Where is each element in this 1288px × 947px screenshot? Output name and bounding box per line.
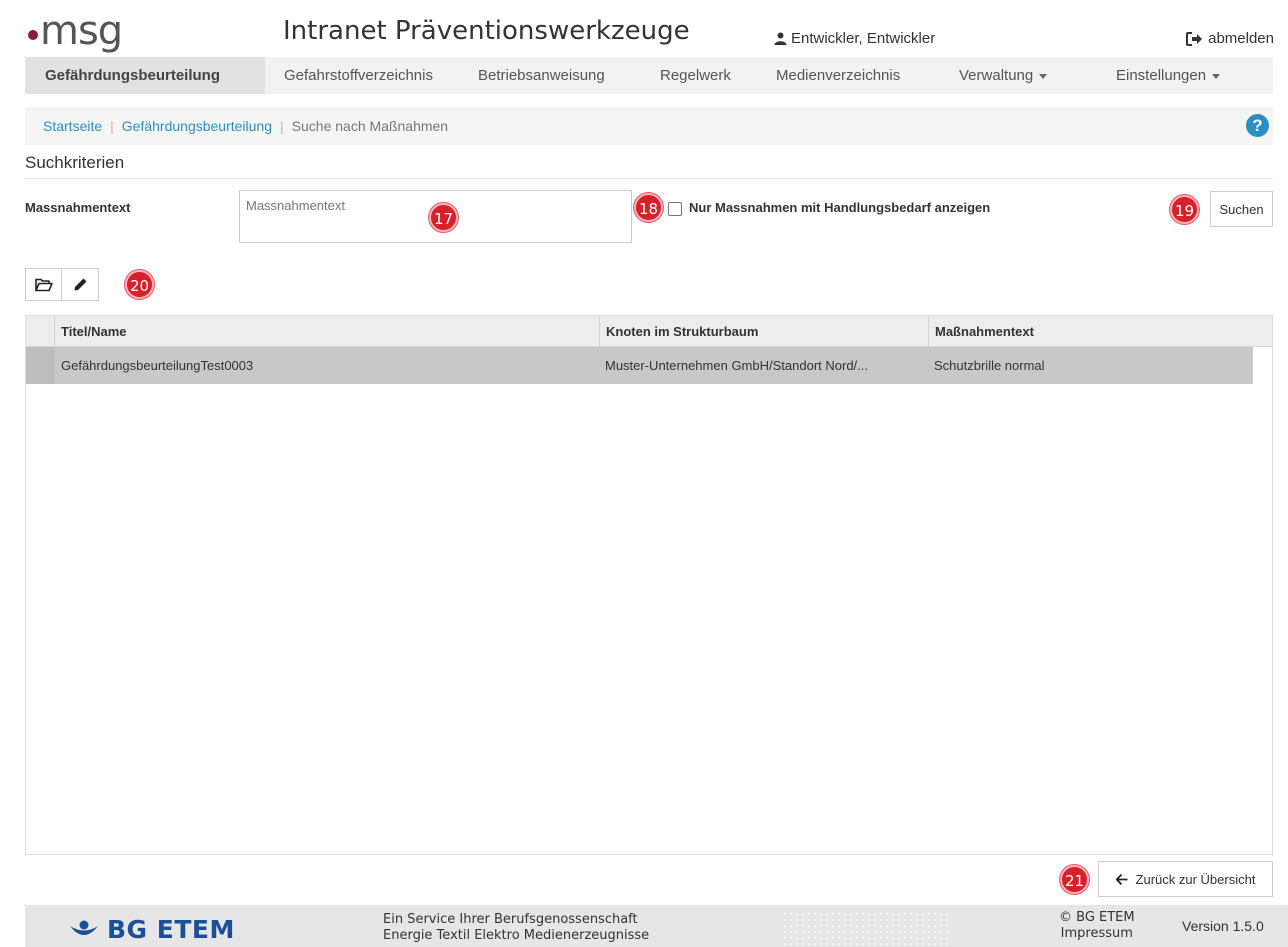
back-label: Zurück zur Übersicht — [1135, 871, 1256, 887]
grid-header: Titel/Name Knoten im Strukturbaum Maßnah… — [26, 316, 1272, 347]
column-header-massnahmentext[interactable]: Maßnahmentext — [928, 316, 1272, 347]
divider — [25, 178, 1273, 179]
nav-item-label: Medienverzeichnis — [776, 67, 901, 84]
breadcrumb-startseite[interactable]: Startseite — [43, 118, 102, 134]
help-icon[interactable]: ? — [1246, 114, 1269, 137]
column-header-titel[interactable]: Titel/Name — [54, 316, 599, 347]
logout-link[interactable]: abmelden — [1186, 30, 1274, 47]
table-row[interactable]: GefährdungsbeurteilungTest0003 Muster-Un… — [26, 347, 1253, 384]
decorative-dots — [782, 911, 952, 945]
caret-down-icon — [1212, 73, 1221, 79]
breadcrumb-current: Suche nach Maßnahmen — [291, 118, 449, 134]
impressum-link[interactable]: Impressum — [1059, 926, 1135, 942]
service-line-2: Energie Textil Elektro Medienerzeugnisse — [383, 928, 650, 943]
search-button[interactable]: Suchen — [1210, 191, 1273, 227]
nav-item-label: Regelwerk — [660, 67, 731, 84]
nav-item-label: Verwaltung — [959, 67, 1034, 84]
breadcrumb: Startseite | Gefährdungsbeurteilung | Su… — [25, 107, 1273, 145]
annotation-badge-20: 20 — [125, 270, 154, 299]
cell-knoten: Muster-Unternehmen GmbH/Standort Nord/..… — [605, 358, 868, 373]
service-text: Ein Service Ihrer Berufsgenossenschaft E… — [383, 912, 649, 944]
copyright-text: © BG ETEM — [1059, 910, 1135, 925]
grid-toolbar — [25, 268, 99, 301]
breadcrumb-separator: | — [110, 118, 114, 134]
nav-item-gefahrstoffverzeichnis[interactable]: Gefahrstoffverzeichnis — [265, 57, 478, 94]
logout-label: abmelden — [1208, 30, 1274, 47]
logo-dot — [28, 30, 38, 40]
header: msg Intranet Präventionswerkzeuge Entwic… — [0, 0, 1288, 56]
annotation-badge-18: 18 — [634, 193, 663, 222]
nav-item-label: Einstellungen — [1116, 67, 1207, 84]
column-header-knoten[interactable]: Knoten im Strukturbaum — [599, 316, 928, 347]
back-to-overview-button[interactable]: Zurück zur Übersicht — [1098, 861, 1273, 897]
service-line-1: Ein Service Ihrer Berufsgenossenschaft — [383, 912, 638, 927]
logo-text: msg — [40, 8, 123, 54]
version-label: Version 1.5.0 — [1182, 918, 1264, 934]
annotation-badge-19: 19 — [1170, 195, 1199, 224]
nav-item-einstellungen[interactable]: Einstellungen — [1116, 57, 1221, 94]
app-title: Intranet Präventionswerkzeuge — [283, 16, 690, 46]
footer: BG ETEM Ein Service Ihrer Berufsgenossen… — [25, 905, 1288, 947]
caret-down-icon — [1039, 73, 1048, 79]
nav-item-regelwerk[interactable]: Regelwerk — [660, 57, 776, 94]
footer-copyright: © BG ETEM Impressum — [1059, 910, 1135, 942]
sign-out-icon — [1186, 31, 1203, 46]
nav-item-label: Gefährdungsbeurteilung — [45, 67, 221, 84]
nav-item-betriebsanweisung[interactable]: Betriebsanweisung — [478, 57, 660, 94]
handlungsbedarf-label: Nur Massnahmen mit Handlungsbedarf anzei… — [689, 200, 991, 215]
section-title: Suchkriterien — [25, 153, 125, 172]
row-selector[interactable] — [26, 347, 55, 384]
results-grid: Titel/Name Knoten im Strukturbaum Maßnah… — [25, 315, 1273, 855]
breadcrumb-separator: | — [280, 118, 284, 134]
user-icon — [774, 32, 787, 45]
nav-item-gefaehrdungsbeurteilung[interactable]: Gefährdungsbeurteilung — [25, 57, 265, 94]
bg-etem-logo: BG ETEM — [69, 915, 235, 944]
user-name: Entwickler, Entwickler — [791, 30, 936, 47]
msg-logo: msg — [28, 8, 123, 54]
nav-item-label: Gefahrstoffverzeichnis — [284, 67, 433, 84]
cell-titel: GefährdungsbeurteilungTest0003 — [61, 358, 254, 373]
annotation-badge-17: 17 — [429, 203, 458, 232]
user-info: Entwickler, Entwickler — [774, 30, 935, 47]
bg-etem-name: BG ETEM — [107, 915, 235, 944]
folder-open-icon — [34, 278, 53, 291]
pencil-icon — [74, 278, 86, 291]
arrow-left-icon — [1115, 873, 1128, 885]
cell-massnahmentext: Schutzbrille normal — [934, 358, 1045, 373]
nav-item-label: Betriebsanweisung — [478, 67, 605, 84]
nav-item-medienverzeichnis[interactable]: Medienverzeichnis — [776, 57, 959, 94]
annotation-badge-21: 21 — [1060, 865, 1089, 894]
main-nav: Gefährdungsbeurteilung Gefahrstoffverzei… — [25, 57, 1273, 94]
bg-etem-emblem-icon — [70, 920, 98, 935]
nav-item-verwaltung[interactable]: Verwaltung — [959, 57, 1116, 94]
edit-button[interactable] — [62, 268, 99, 301]
open-button[interactable] — [25, 268, 62, 301]
breadcrumb-gefaehrdungsbeurteilung[interactable]: Gefährdungsbeurteilung — [122, 118, 272, 134]
massnahmentext-label: Massnahmentext — [25, 200, 131, 215]
handlungsbedarf-checkbox[interactable] — [668, 202, 682, 216]
